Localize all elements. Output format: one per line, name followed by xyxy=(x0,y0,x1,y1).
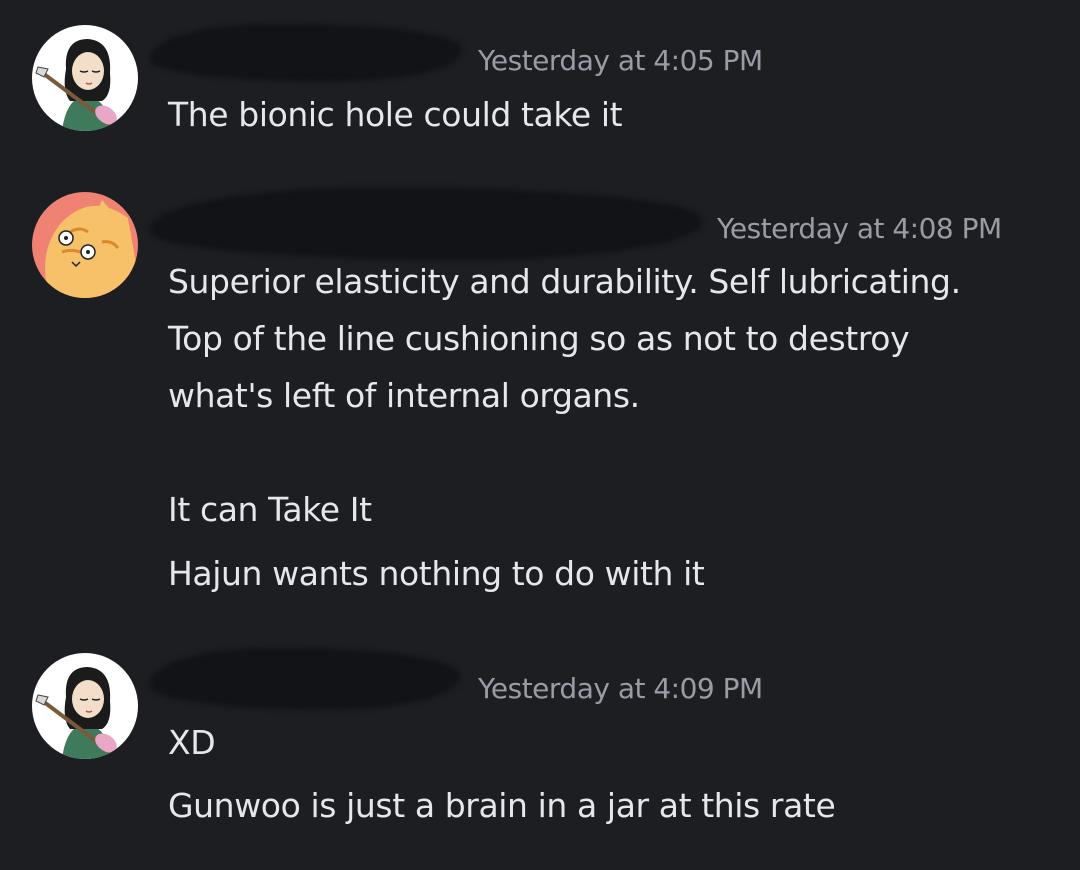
girl-with-guitar-avatar[interactable] xyxy=(32,653,138,759)
redacted-username xyxy=(150,24,462,82)
orange-cat-avatar[interactable] xyxy=(32,192,138,298)
timestamp: Yesterday at 4:05 PM xyxy=(478,44,763,77)
message-text: Hajun wants nothing to do with it xyxy=(168,554,705,593)
redacted-username xyxy=(150,648,460,710)
girl-with-guitar-avatar[interactable] xyxy=(32,25,138,131)
message-text: Gunwoo is just a brain in a jar at this … xyxy=(168,786,836,825)
message-text: XD xyxy=(168,723,216,762)
message-text: what's left of internal organs. xyxy=(168,376,640,415)
timestamp: Yesterday at 4:08 PM xyxy=(717,212,1002,245)
message-text: Superior elasticity and durability. Self… xyxy=(168,262,961,301)
timestamp: Yesterday at 4:09 PM xyxy=(478,672,763,705)
message-text: It can Take It xyxy=(168,490,372,529)
redacted-username xyxy=(150,188,702,260)
message-text: The bionic hole could take it xyxy=(168,95,623,134)
message-text: Top of the line cushioning so as not to … xyxy=(168,319,910,358)
